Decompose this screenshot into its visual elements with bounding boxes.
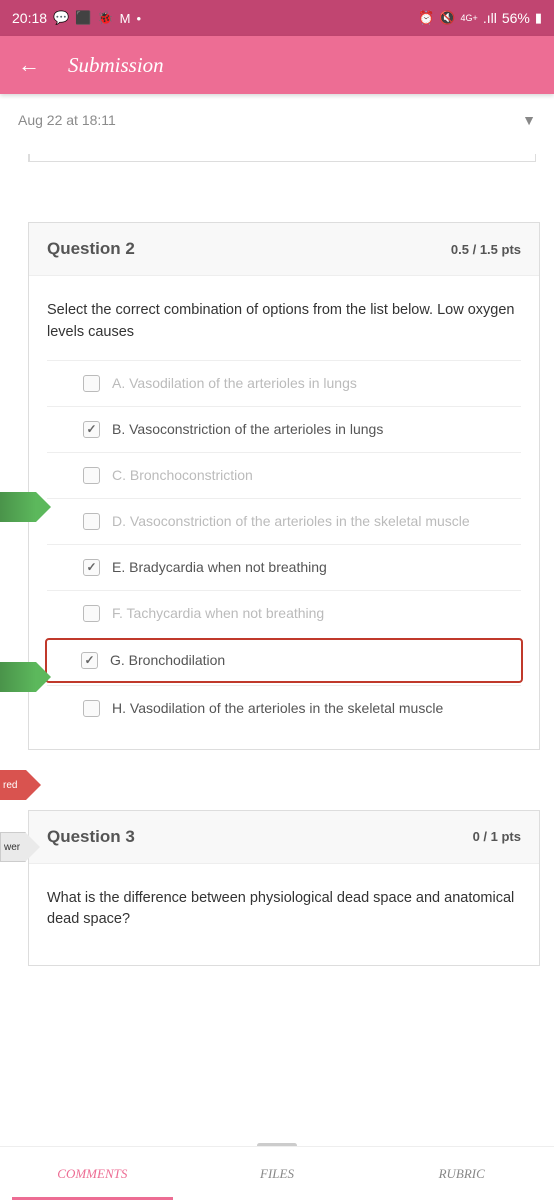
- battery-label: 56%: [502, 10, 530, 26]
- network-label: 4G+: [461, 14, 478, 23]
- checkbox-checked-icon: [83, 421, 100, 438]
- status-right: ⏰ 🔇 4G+ .ıll 56% ▮: [418, 10, 542, 26]
- status-left: 20:18 💬 ⬛ 🐞 M •: [12, 10, 141, 26]
- mute-icon: 🔇: [439, 10, 455, 26]
- marker-label: red: [0, 780, 17, 791]
- status-time: 20:18: [12, 10, 47, 26]
- question-points: 0 / 1 pts: [473, 829, 521, 844]
- mail-icon: M: [120, 11, 131, 26]
- checkbox-icon: [83, 605, 100, 622]
- date-label: Aug 22 at 18:11: [18, 112, 116, 128]
- question-prompt: Select the correct combination of option…: [47, 300, 521, 344]
- option-f: F. Tachycardia when not breathing: [47, 590, 521, 636]
- tab-comments[interactable]: COMMENTS: [0, 1147, 185, 1200]
- marker-label: wer: [1, 842, 20, 853]
- option-label: H. Vasodilation of the arterioles in the…: [112, 700, 443, 716]
- question-2-card: Question 2 0.5 / 1.5 pts Select the corr…: [28, 222, 540, 750]
- chevron-down-icon[interactable]: ▼: [522, 112, 536, 128]
- tab-label: COMMENTS: [57, 1166, 127, 1182]
- app-title: Submission: [68, 53, 164, 78]
- tab-label: RUBRIC: [439, 1166, 485, 1182]
- chat-icon: 💬: [53, 10, 69, 26]
- option-c: C. Bronchoconstriction: [47, 452, 521, 498]
- correct-marker-icon: [0, 492, 36, 522]
- app-bar: ← Submission: [0, 36, 554, 94]
- tab-rubric[interactable]: RUBRIC: [369, 1147, 554, 1200]
- option-b: B. Vasoconstriction of the arterioles in…: [47, 406, 521, 452]
- date-row[interactable]: Aug 22 at 18:11 ▼: [0, 94, 554, 142]
- question-header: Question 2 0.5 / 1.5 pts: [29, 223, 539, 276]
- option-d: D. Vasoconstriction of the arterioles in…: [47, 498, 521, 544]
- checkbox-checked-icon: [83, 559, 100, 576]
- tab-files[interactable]: FILES: [185, 1147, 370, 1200]
- checkbox-icon: [83, 375, 100, 392]
- option-label: F. Tachycardia when not breathing: [112, 605, 324, 621]
- tab-label: FILES: [260, 1166, 294, 1182]
- bottom-tabs: COMMENTS FILES RUBRIC: [0, 1146, 554, 1200]
- prev-card-edge: [28, 154, 536, 162]
- checkbox-icon: [83, 513, 100, 530]
- checkbox-icon: [83, 467, 100, 484]
- question-3-card: Question 3 0 / 1 pts What is the differe…: [28, 810, 540, 967]
- option-label: G. Bronchodilation: [110, 652, 225, 668]
- dot-icon: •: [136, 11, 141, 26]
- content-area: red wer Question 2 0.5 / 1.5 pts Select …: [0, 222, 554, 966]
- question-body: Select the correct combination of option…: [29, 276, 539, 749]
- question-header: Question 3 0 / 1 pts: [29, 811, 539, 864]
- question-title: Question 3: [47, 827, 135, 847]
- incorrect-marker-icon: red: [0, 770, 26, 800]
- app-icon: ⬛: [75, 10, 91, 26]
- option-g: G. Bronchodilation: [45, 638, 523, 683]
- battery-icon: ▮: [535, 10, 542, 26]
- option-label: D. Vasoconstriction of the arterioles in…: [112, 513, 470, 529]
- signal-label: .ıll: [483, 10, 497, 26]
- option-label: C. Bronchoconstriction: [112, 467, 253, 483]
- question-title: Question 2: [47, 239, 135, 259]
- question-prompt: What is the difference between physiolog…: [47, 888, 521, 932]
- bug-icon: 🐞: [97, 10, 113, 26]
- checkbox-icon: [83, 700, 100, 717]
- option-e: E. Bradycardia when not breathing: [47, 544, 521, 590]
- question-points: 0.5 / 1.5 pts: [451, 242, 521, 257]
- option-label: E. Bradycardia when not breathing: [112, 559, 327, 575]
- alarm-icon: ⏰: [418, 10, 434, 26]
- status-bar: 20:18 💬 ⬛ 🐞 M • ⏰ 🔇 4G+ .ıll 56% ▮: [0, 0, 554, 36]
- option-h: H. Vasodilation of the arterioles in the…: [47, 685, 521, 731]
- back-arrow-icon[interactable]: ←: [18, 52, 40, 78]
- option-label: A. Vasodilation of the arterioles in lun…: [112, 375, 357, 391]
- checkbox-checked-icon: [81, 652, 98, 669]
- question-body: What is the difference between physiolog…: [29, 864, 539, 966]
- option-a: A. Vasodilation of the arterioles in lun…: [47, 360, 521, 406]
- answer-marker-icon: wer: [0, 832, 26, 862]
- correct-marker-icon: [0, 662, 36, 692]
- option-label: B. Vasoconstriction of the arterioles in…: [112, 421, 383, 437]
